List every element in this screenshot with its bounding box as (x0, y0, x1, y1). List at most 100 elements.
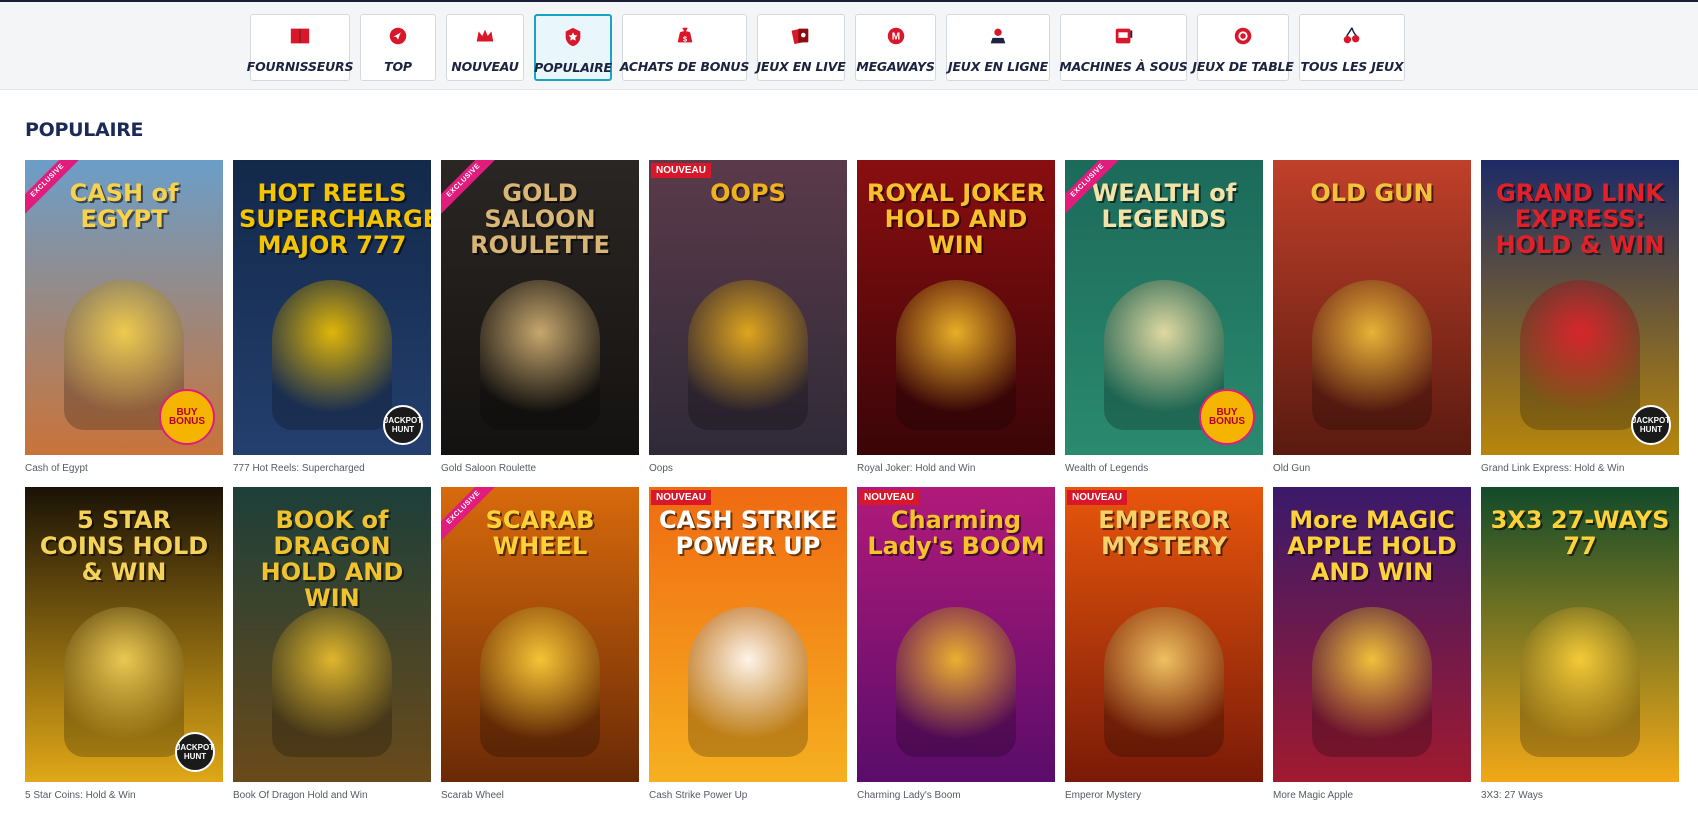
game-thumbnail[interactable]: EMPEROR MYSTERY NOUVEAU (1065, 487, 1263, 782)
game-logo-text: OOPS (710, 179, 786, 207)
tab-megaways[interactable]: M MEGAWAYS (855, 14, 936, 81)
game-artwork (272, 280, 392, 430)
tab-tous-les-jeux[interactable]: TOUS LES JEUX (1299, 14, 1405, 81)
game-title[interactable]: Wealth of Legends (1065, 463, 1148, 474)
shield-star-icon (560, 25, 586, 49)
jackpot-hunt-badge: JACKPOT HUNT (175, 732, 215, 772)
game-title[interactable]: Gold Saloon Roulette (441, 463, 536, 474)
game-card[interactable]: WEALTH of LEGENDS EXCLUSIVE BUY BONUS Wealt… (1065, 160, 1263, 487)
game-title[interactable]: 5 Star Coins: Hold & Win (25, 790, 136, 801)
game-thumbnail[interactable]: ROYAL JOKER HOLD AND WIN (857, 160, 1055, 455)
game-artwork (1520, 280, 1640, 430)
new-badge: NOUVEAU (859, 490, 920, 505)
game-card[interactable]: GRAND LINK EXPRESS: HOLD & WIN JACKPOT HU… (1481, 160, 1679, 487)
tab-label: JEUX EN LIGNE (948, 59, 1048, 74)
game-thumbnail[interactable]: GOLD SALOON ROULETTE EXCLUSIVE (441, 160, 639, 455)
new-badge: NOUVEAU (1067, 490, 1128, 505)
game-title[interactable]: 3X3: 27 Ways (1481, 790, 1543, 801)
game-artwork (688, 607, 808, 757)
money-bag-icon: $ (672, 24, 698, 48)
game-logo-text: More MAGIC APPLE HOLD AND WIN (1287, 506, 1457, 586)
svg-text:M: M (891, 32, 899, 43)
tab-machines-à-sous[interactable]: MACHINES À SOUS (1059, 14, 1188, 81)
dealer-icon (985, 24, 1011, 48)
game-title[interactable]: More Magic Apple (1273, 790, 1353, 801)
game-logo-text: Charming Lady's BOOM (867, 506, 1045, 560)
game-thumbnail[interactable]: More MAGIC APPLE HOLD AND WIN (1273, 487, 1471, 782)
games-grid: CASH of EGYPT EXCLUSIVE BUY BONUS Cash of E… (25, 160, 1679, 814)
game-card[interactable]: HOT REELS SUPERCHARGED MAJOR 777 JACKPOT … (233, 160, 431, 487)
game-card[interactable]: CASH STRIKE POWER UP NOUVEAU Cash Strike P… (649, 487, 847, 814)
game-artwork (896, 607, 1016, 757)
tab-label: TOUS LES JEUX (1300, 59, 1404, 74)
game-card[interactable]: 5 STAR COINS HOLD & WIN JACKPOT HUNT 5 Sta… (25, 487, 223, 814)
game-title[interactable]: Oops (649, 463, 673, 474)
game-thumbnail[interactable]: SCARAB WHEEL EXCLUSIVE (441, 487, 639, 782)
game-title[interactable]: Emperor Mystery (1065, 790, 1141, 801)
tab-label: POPULAIRE (534, 60, 612, 75)
game-thumbnail[interactable]: Charming Lady's BOOM NOUVEAU (857, 487, 1055, 782)
game-card[interactable]: 3X3 27-WAYS 77 3X3: 27 Ways (1481, 487, 1679, 814)
game-thumbnail[interactable]: 5 STAR COINS HOLD & WIN JACKPOT HUNT (25, 487, 223, 782)
section-title: POPULAIRE (25, 119, 144, 141)
tab-jeux-de-table[interactable]: JEUX DE TABLE (1192, 14, 1294, 81)
game-artwork (1312, 607, 1432, 757)
game-thumbnail[interactable]: GRAND LINK EXPRESS: HOLD & WIN JACKPOT HU… (1481, 160, 1679, 455)
slot-machine-icon (1111, 24, 1137, 48)
game-logo-text: HOT REELS SUPERCHARGED MAJOR 777 (239, 179, 431, 259)
game-thumbnail[interactable]: 3X3 27-WAYS 77 (1481, 487, 1679, 782)
game-artwork (272, 607, 392, 757)
game-title[interactable]: Grand Link Express: Hold & Win (1481, 463, 1624, 474)
game-card[interactable]: Charming Lady's BOOM NOUVEAU Charming Lady… (857, 487, 1055, 814)
game-logo-text: EMPEROR MYSTERY (1098, 506, 1230, 560)
tab-label: JEUX EN LIVE (756, 59, 846, 74)
game-card[interactable]: OOPS NOUVEAU Oops (649, 160, 847, 487)
game-title[interactable]: Scarab Wheel (441, 790, 504, 801)
tab-fournisseurs[interactable]: FOURNISSEURS (247, 14, 353, 81)
game-title[interactable]: Royal Joker: Hold and Win (857, 463, 975, 474)
jackpot-hunt-badge: JACKPOT HUNT (383, 405, 423, 445)
chip-icon (1230, 24, 1256, 48)
game-logo-text: 5 STAR COINS HOLD & WIN (39, 506, 209, 586)
game-card[interactable]: CASH of EGYPT EXCLUSIVE BUY BONUS Cash of E… (25, 160, 223, 487)
game-artwork (480, 607, 600, 757)
tab-jeux-en-live[interactable]: JEUX EN LIVE (756, 14, 846, 81)
category-nav: FOURNISSEURS TOP NOUVEAU POPULAIRE $ ACHATS D… (247, 14, 1405, 81)
tab-label: ACHATS DE BONUS (619, 59, 750, 74)
buy-bonus-badge: BUY BONUS (159, 389, 215, 445)
tab-label: NOUVEAU (451, 59, 519, 74)
game-title[interactable]: 777 Hot Reels: Supercharged (233, 463, 365, 474)
tab-label: MACHINES À SOUS (1059, 59, 1188, 74)
game-thumbnail[interactable]: HOT REELS SUPERCHARGED MAJOR 777 JACKPOT … (233, 160, 431, 455)
tab-nouveau[interactable]: NOUVEAU (446, 14, 524, 81)
game-title[interactable]: Old Gun (1273, 463, 1310, 474)
cards-icon (788, 24, 814, 48)
game-title[interactable]: Charming Lady's Boom (857, 790, 961, 801)
game-thumbnail[interactable]: BOOK of DRAGON HOLD AND WIN (233, 487, 431, 782)
tab-jeux-en-ligne[interactable]: JEUX EN LIGNE (946, 14, 1050, 81)
game-logo-text: BOOK of DRAGON HOLD AND WIN (260, 506, 404, 612)
game-title[interactable]: Cash Strike Power Up (649, 790, 747, 801)
game-card[interactable]: ROYAL JOKER HOLD AND WIN Royal Joker: Hol… (857, 160, 1055, 487)
tab-top[interactable]: TOP (360, 14, 436, 81)
game-thumbnail[interactable]: CASH STRIKE POWER UP NOUVEAU (649, 487, 847, 782)
game-card[interactable]: SCARAB WHEEL EXCLUSIVE Scarab Wheel (441, 487, 639, 814)
new-badge: NOUVEAU (651, 490, 712, 505)
game-card[interactable]: BOOK of DRAGON HOLD AND WIN Book Of Drago… (233, 487, 431, 814)
game-thumbnail[interactable]: CASH of EGYPT EXCLUSIVE BUY BONUS (25, 160, 223, 455)
game-card[interactable]: GOLD SALOON ROULETTE EXCLUSIVE Gold Saloon… (441, 160, 639, 487)
tab-label: FOURNISSEURS (246, 59, 354, 74)
game-card[interactable]: EMPEROR MYSTERY NOUVEAU Emperor Mystery (1065, 487, 1263, 814)
game-card[interactable]: More MAGIC APPLE HOLD AND WIN More Magic … (1273, 487, 1471, 814)
tab-populaire[interactable]: POPULAIRE (534, 14, 612, 81)
game-card[interactable]: OLD GUN Old Gun (1273, 160, 1471, 487)
game-artwork (1520, 607, 1640, 757)
game-thumbnail[interactable]: OLD GUN (1273, 160, 1471, 455)
game-title[interactable]: Book Of Dragon Hold and Win (233, 790, 368, 801)
rocket-icon (385, 24, 411, 48)
game-thumbnail[interactable]: WEALTH of LEGENDS EXCLUSIVE BUY BONUS (1065, 160, 1263, 455)
tab-achats-de-bonus[interactable]: $ ACHATS DE BONUS (619, 14, 750, 81)
game-thumbnail[interactable]: OOPS NOUVEAU (649, 160, 847, 455)
game-title[interactable]: Cash of Egypt (25, 463, 88, 474)
buy-bonus-badge: BUY BONUS (1199, 389, 1255, 445)
